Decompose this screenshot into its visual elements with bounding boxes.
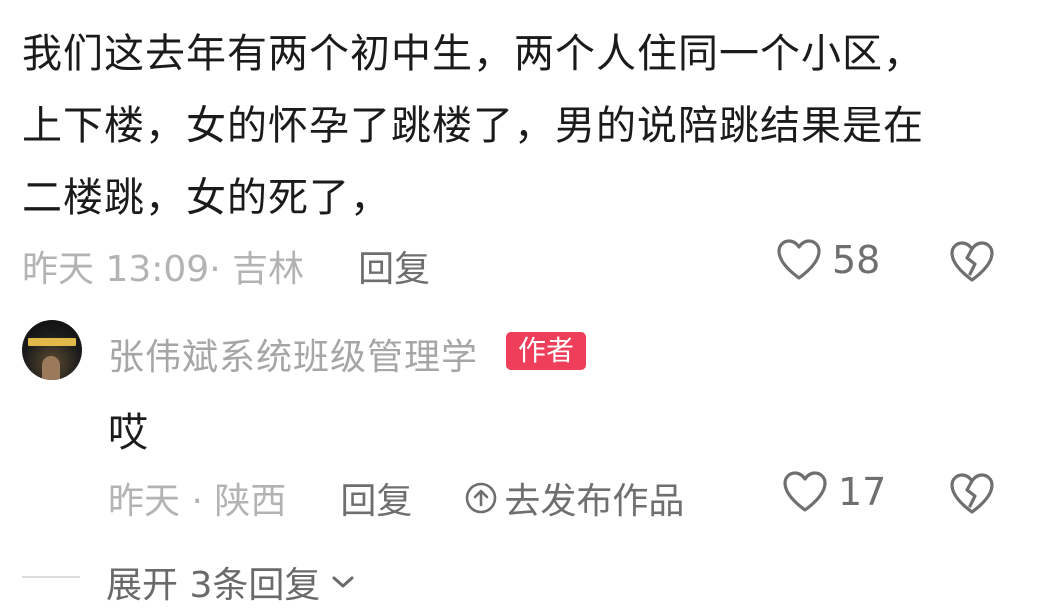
expand-replies-label: 展开 3条回复 bbox=[106, 565, 321, 606]
reply-text: 哎 bbox=[108, 410, 148, 456]
reply-meta: 昨天 · 陕西 bbox=[108, 481, 287, 522]
avatar-banner bbox=[28, 338, 76, 346]
comment-line: 二楼跳，女的死了， bbox=[22, 175, 391, 221]
comment-like-count: 58 bbox=[832, 238, 881, 282]
expand-divider bbox=[22, 576, 80, 578]
comment-reply-button[interactable]: 回复 bbox=[358, 240, 430, 292]
publish-work-button[interactable]: 去发布作品 bbox=[464, 472, 684, 524]
comment-like-button[interactable]: 58 bbox=[776, 238, 880, 282]
broken-heart-icon bbox=[948, 240, 996, 288]
comment-text: 我们这去年有两个初中生，两个人住同一个小区， 上下楼，女的怀孕了跳楼了，男的说陪… bbox=[22, 18, 1022, 234]
reply-like-count: 17 bbox=[838, 470, 887, 514]
comment-dislike-button[interactable] bbox=[948, 240, 996, 288]
avatar-person bbox=[42, 356, 60, 380]
heart-icon bbox=[782, 470, 828, 514]
reply-like-button[interactable]: 17 bbox=[782, 470, 886, 514]
broken-heart-icon bbox=[948, 472, 996, 520]
avatar[interactable] bbox=[22, 320, 82, 380]
expand-replies-button[interactable]: 展开 3条回复 bbox=[106, 556, 356, 608]
reply-reply-button[interactable]: 回复 bbox=[340, 472, 412, 524]
comment-meta-row: 昨天 13:09· 吉林 回复 bbox=[22, 240, 430, 292]
upload-icon bbox=[464, 481, 498, 515]
comment-line: 上下楼，女的怀孕了跳楼了，男的说陪跳结果是在 bbox=[22, 103, 924, 149]
publish-work-label: 去发布作品 bbox=[504, 481, 685, 522]
reply-meta-row: 昨天 · 陕西 回复 去发布作品 bbox=[108, 472, 684, 524]
comment-meta: 昨天 13:09· 吉林 bbox=[22, 249, 305, 290]
heart-icon bbox=[776, 238, 822, 282]
chevron-down-icon bbox=[330, 572, 356, 592]
reply-dislike-button[interactable] bbox=[948, 472, 996, 520]
comment-line: 我们这去年有两个初中生，两个人住同一个小区， bbox=[22, 31, 924, 77]
author-badge: 作者 bbox=[506, 332, 587, 370]
reply-username[interactable]: 张伟斌系统班级管理学 bbox=[108, 328, 478, 380]
